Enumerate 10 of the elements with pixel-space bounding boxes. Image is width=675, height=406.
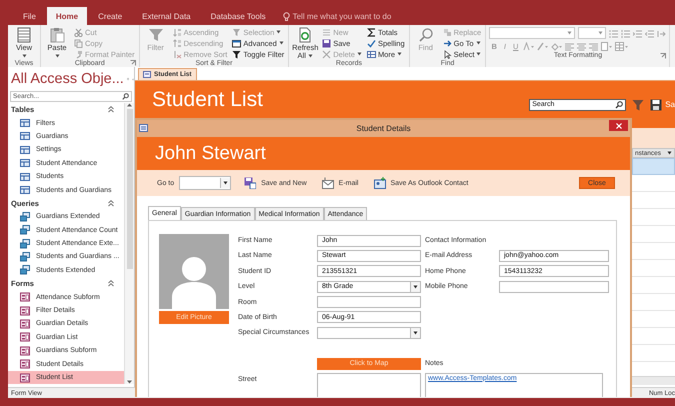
ribbon-tab[interactable]: File — [14, 7, 45, 25]
ribbon-tab[interactable]: Home — [46, 7, 88, 25]
ribbon-tab[interactable]: Create — [89, 7, 132, 25]
ribbon-tab[interactable]: Database Tools — [202, 7, 275, 25]
pane-title: All Access Obje... — [11, 71, 124, 87]
record-heading: John Stewart — [155, 142, 266, 164]
form-title: Student List — [152, 88, 264, 112]
tell-me-prompt[interactable]: Tell me what you want to do — [292, 12, 392, 20]
ribbon-tab[interactable]: External Data — [133, 7, 200, 25]
dialog-title: Student Details — [356, 124, 411, 133]
